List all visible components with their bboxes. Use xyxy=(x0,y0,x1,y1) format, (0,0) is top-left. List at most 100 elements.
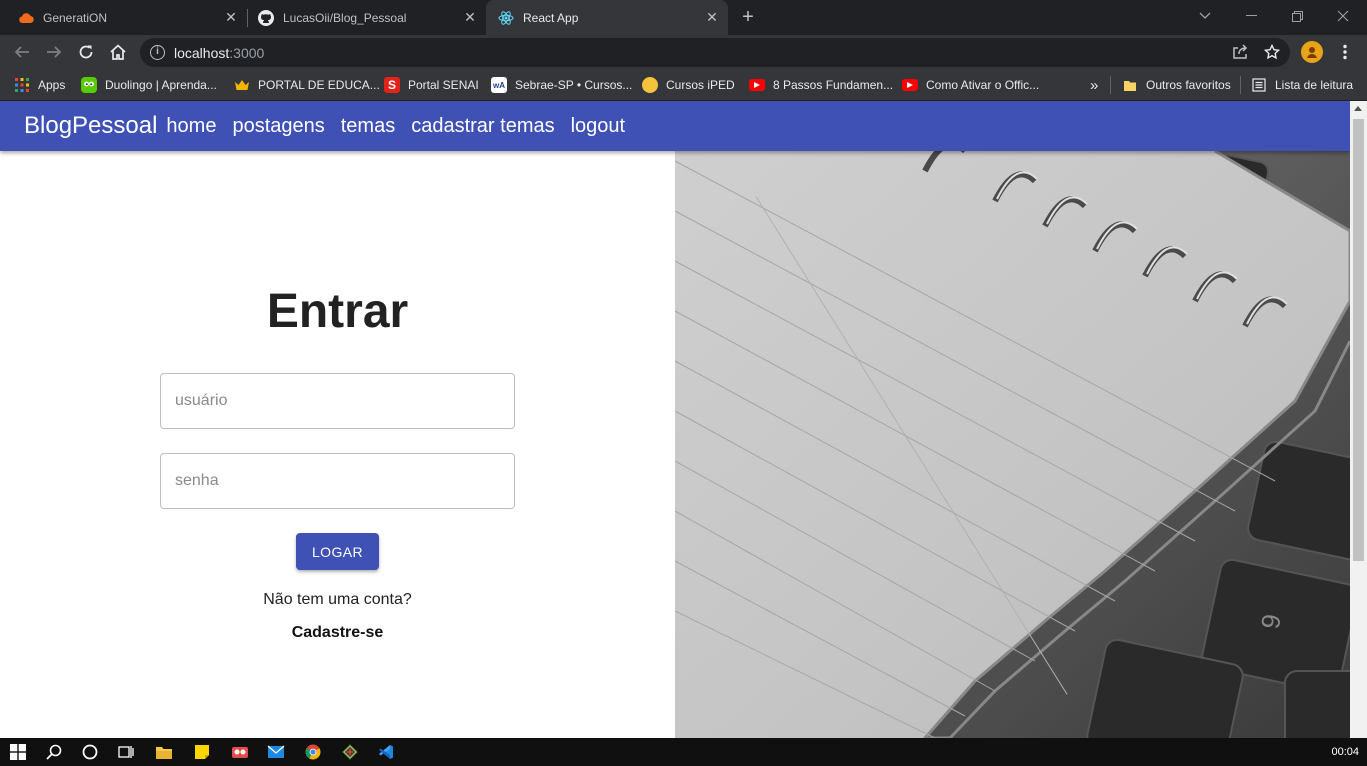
profile-avatar[interactable] xyxy=(1301,41,1323,63)
sticky-notes-icon[interactable] xyxy=(192,742,212,762)
bookmark-star-icon[interactable] xyxy=(1260,40,1284,64)
mail-icon[interactable] xyxy=(266,742,286,762)
bookmark-label: Duolingo | Aprenda... xyxy=(105,78,217,92)
minimize-icon[interactable] xyxy=(1228,0,1274,32)
github-icon xyxy=(258,9,274,26)
tab-title: LucasOii/Blog_Pessoal xyxy=(283,10,407,25)
brand-logo[interactable]: BlogPessoal xyxy=(24,112,157,140)
nav-home[interactable]: home xyxy=(166,115,216,138)
task-view-icon[interactable] xyxy=(116,742,136,762)
forward-icon[interactable] xyxy=(42,40,66,64)
reading-list-icon xyxy=(1251,77,1267,93)
bookmark-label: Sebrae-SP • Cursos... xyxy=(515,78,633,92)
bookmark-label: PORTAL DE EDUCA... xyxy=(258,78,380,92)
reload-icon[interactable] xyxy=(74,40,98,64)
bookmark-label: Lista de leitura xyxy=(1275,78,1354,92)
close-window-icon[interactable] xyxy=(1320,0,1366,32)
menu-kebab-icon[interactable] xyxy=(1333,40,1357,64)
youtube-icon xyxy=(902,79,918,91)
signup-link[interactable]: Cadastre-se xyxy=(0,624,675,642)
react-icon xyxy=(498,10,514,26)
tab-strip: GeneratiON ✕ LucasOii/Blog_Pessoal ✕ Rea… xyxy=(0,0,1367,35)
cortana-icon[interactable] xyxy=(80,742,100,762)
scroll-up-arrow-icon[interactable] xyxy=(1354,106,1362,111)
snip-tool-icon[interactable] xyxy=(230,742,250,762)
bookmark-portal-senai[interactable]: S Portal SENAI xyxy=(384,75,479,95)
youtube-icon xyxy=(749,79,765,91)
tab-title: React App xyxy=(523,10,579,25)
tab-search-icon[interactable] xyxy=(1182,0,1228,32)
page-scrollbar[interactable] xyxy=(1350,101,1367,738)
bookmark-divider xyxy=(1240,76,1241,94)
share-icon[interactable] xyxy=(1228,40,1252,64)
bookmarks-overflow-button[interactable]: » xyxy=(1090,75,1098,95)
scroll-thumb[interactable] xyxy=(1353,119,1364,561)
bookmark-portal-educacao[interactable]: PORTAL DE EDUCA... xyxy=(234,75,380,95)
folder-icon xyxy=(1122,77,1138,93)
tab-react-app[interactable]: React App ✕ xyxy=(486,0,728,35)
username-field[interactable] xyxy=(160,373,515,429)
password-field[interactable] xyxy=(160,453,515,509)
tab-title: GeneratiON xyxy=(43,10,108,25)
bookmark-label: Apps xyxy=(38,78,66,92)
bookmark-sebrae[interactable]: wA Sebrae-SP • Cursos... xyxy=(491,75,632,95)
login-title: Entrar xyxy=(266,285,409,338)
bookmark-divider xyxy=(1110,76,1111,94)
bookmark-outros-favoritos[interactable]: Outros favoritos xyxy=(1122,75,1231,95)
address-bar[interactable]: i localhost:3000 xyxy=(140,38,1290,67)
login-panel: Entrar LOGAR Não tem uma conta? Cadastre… xyxy=(0,151,675,738)
search-icon[interactable] xyxy=(44,742,64,762)
git-kraken-icon[interactable] xyxy=(340,742,360,762)
senai-icon: S xyxy=(384,77,400,93)
restore-icon[interactable] xyxy=(1274,0,1320,32)
close-tab-icon[interactable]: ✕ xyxy=(704,9,720,26)
duolingo-icon xyxy=(81,77,97,93)
login-button[interactable]: LOGAR xyxy=(296,533,379,570)
bookmark-iped[interactable]: Cursos iPED xyxy=(642,75,735,95)
username-input[interactable] xyxy=(161,374,514,428)
apps-grid-icon xyxy=(14,77,30,93)
screen: GeneratiON ✕ LucasOii/Blog_Pessoal ✕ Rea… xyxy=(0,0,1367,766)
bookmark-8-passos[interactable]: 8 Passos Fundamen... xyxy=(749,75,893,95)
nav-logout[interactable]: logout xyxy=(571,115,626,138)
taskbar-clock[interactable]: 00:04 xyxy=(1331,746,1359,758)
url-text: localhost:3000 xyxy=(174,45,264,61)
browser-toolbar: i localhost:3000 xyxy=(0,35,1367,70)
bookmark-label: 8 Passos Fundamen... xyxy=(773,78,894,92)
reading-list-button[interactable]: Lista de leitura xyxy=(1251,75,1353,95)
bookmarks-bar: Apps Duolingo | Aprenda... PORTAL DE EDU… xyxy=(0,70,1367,101)
url-host: localhost xyxy=(174,45,230,61)
windows-start-icon[interactable] xyxy=(8,742,28,762)
tab-github[interactable]: LucasOii/Blog_Pessoal ✕ xyxy=(248,0,486,35)
tab-generation[interactable]: GeneratiON ✕ xyxy=(0,0,247,35)
sebrae-icon: wA xyxy=(491,77,507,93)
password-input[interactable] xyxy=(161,454,514,508)
bookmark-label: Cursos iPED xyxy=(666,78,735,92)
url-port: :3000 xyxy=(229,45,265,61)
bookmark-label: Como Ativar o Offic... xyxy=(926,78,1040,92)
nav-cadastrar-temas[interactable]: cadastrar temas xyxy=(411,115,554,138)
file-explorer-icon[interactable] xyxy=(154,742,174,762)
cloud-icon xyxy=(18,10,34,26)
close-tab-icon[interactable]: ✕ xyxy=(223,9,239,26)
crown-icon xyxy=(234,77,250,93)
close-tab-icon[interactable]: ✕ xyxy=(462,9,478,26)
home-icon[interactable] xyxy=(106,40,130,64)
notebook-keyboard-photo: 6 xyxy=(675,151,1350,738)
bookmark-label: Outros favoritos xyxy=(1146,78,1231,92)
bookmark-apps[interactable]: Apps xyxy=(14,75,65,95)
bookmark-ativar-office[interactable]: Como Ativar o Offic... xyxy=(902,75,1039,95)
vscode-icon[interactable] xyxy=(376,742,396,762)
web-page: BlogPessoal home postagens temas cadastr… xyxy=(0,101,1350,738)
nav-postagens[interactable]: postagens xyxy=(232,115,324,138)
back-icon[interactable] xyxy=(10,40,34,64)
new-tab-icon[interactable]: + xyxy=(738,6,758,28)
site-info-icon[interactable]: i xyxy=(150,45,165,60)
windows-taskbar: 00:04 xyxy=(0,738,1367,766)
bookmark-duolingo[interactable]: Duolingo | Aprenda... xyxy=(81,75,217,95)
iped-icon xyxy=(642,77,658,93)
nav-temas[interactable]: temas xyxy=(341,115,395,138)
chrome-icon[interactable] xyxy=(303,742,323,762)
bookmark-label: Portal SENAI xyxy=(408,78,479,92)
app-navbar: BlogPessoal home postagens temas cadastr… xyxy=(0,101,1350,151)
